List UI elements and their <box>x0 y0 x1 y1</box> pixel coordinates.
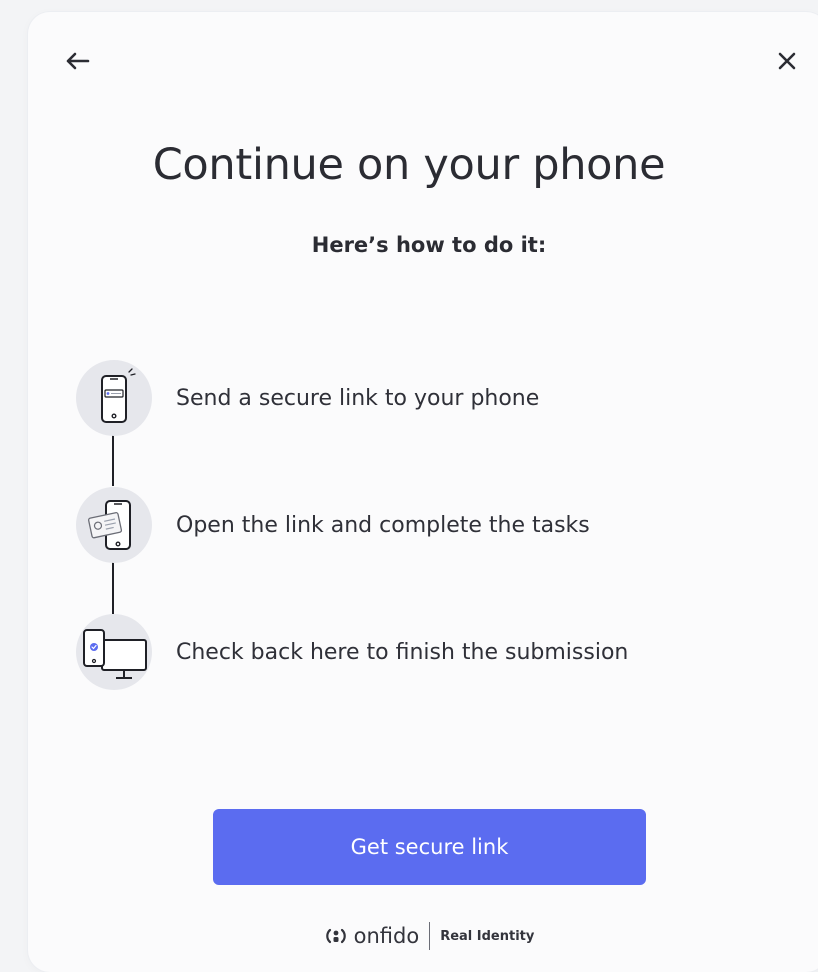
arrow-left-icon <box>66 52 90 70</box>
brand-tagline: Real Identity <box>440 928 535 944</box>
step-open-link: Open the link and complete the tasks <box>76 487 590 563</box>
phone-with-document-icon <box>87 500 131 550</box>
step-send-link: Send a secure link to your phone <box>76 360 539 436</box>
phone-and-desktop-icon <box>83 629 147 679</box>
footer-divider <box>429 922 431 950</box>
footer: onfido Real Identity <box>0 922 818 950</box>
brand-name: onfido <box>353 924 420 948</box>
page-subtitle: Here’s how to do it: <box>311 233 547 257</box>
step-icon-circle <box>76 360 152 436</box>
close-icon <box>778 52 796 70</box>
close-button[interactable] <box>772 46 802 76</box>
onfido-logo-icon <box>324 926 348 946</box>
page-title: Continue on your phone <box>152 140 666 190</box>
step-icon-circle <box>76 614 152 690</box>
brand: onfido <box>324 924 420 948</box>
back-button[interactable] <box>62 46 92 76</box>
step-label: Send a secure link to your phone <box>176 385 540 411</box>
step-icon-circle <box>76 487 152 563</box>
step-label: Open the link and complete the tasks <box>176 512 590 538</box>
phone-with-link-icon <box>101 368 136 423</box>
step-check-back: Check back here to finish the submission <box>76 614 628 690</box>
step-connector <box>112 562 114 614</box>
get-secure-link-button[interactable]: Get secure link <box>213 809 646 885</box>
step-label: Check back here to finish the submission <box>176 639 629 665</box>
step-connector <box>112 434 114 486</box>
